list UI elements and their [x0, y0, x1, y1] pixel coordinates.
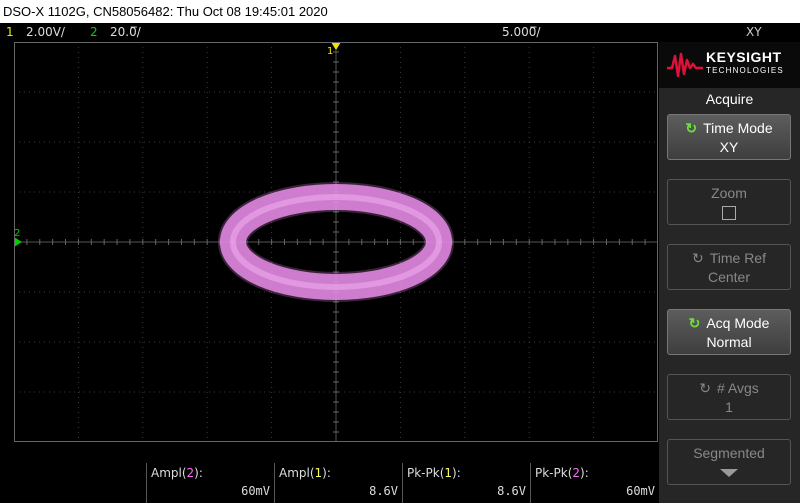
channel-2-scale[interactable]: 20.0̅/ [110, 23, 141, 42]
measurement-label: Pk-Pk(2): [535, 466, 589, 480]
menu-title: Acquire [705, 91, 754, 107]
softkey-label-row: Segmented [668, 444, 790, 462]
measurement-value: 8.6V [369, 484, 398, 498]
softkey-avgs[interactable]: ↻ # Avgs 1 [667, 374, 791, 420]
status-line: 1 2.00V/ 2 20.0̅/ 5.000̅/ XY [0, 23, 800, 42]
trigger-marker-label: 1 [327, 46, 333, 57]
measurement-label: Pk-Pk(1): [407, 466, 461, 480]
measurement-label: Ampl(1): [279, 466, 331, 480]
rotate-icon: ↻ [688, 315, 701, 331]
softkey-label-row: ↻ Time Ref [668, 249, 790, 267]
softkey-value-row: Center [668, 268, 790, 286]
softkey-value-row [668, 463, 790, 481]
softkey-value-row: XY [668, 138, 790, 156]
softkey-acq-mode[interactable]: ↻ Acq Mode Normal [667, 309, 791, 355]
measurement-channel: 1 [444, 466, 453, 480]
window-title: DSO-X 1102G, CN58056482: Thu Oct 08 19:4… [0, 0, 800, 23]
measurement-pk-pk-ch2[interactable]: Pk-Pk(2): 60mV [530, 463, 659, 503]
checkbox-icon[interactable] [722, 206, 736, 220]
measurement-label-suffix: ): [194, 466, 203, 480]
measurement-pk-pk-ch1[interactable]: Pk-Pk(1): 8.6V [402, 463, 530, 503]
softkey-segmented[interactable]: Segmented [667, 439, 791, 485]
measurement-bar: Ampl(2): 60mV Ampl(1): 8.6V Pk-Pk(1): 8.6V Pk-… [0, 463, 659, 503]
brand-name: KEYSIGHT [706, 49, 782, 65]
softkey-value: Normal [706, 334, 752, 350]
softkey-label: # Avgs [716, 380, 759, 396]
softkey-value: Center [707, 269, 751, 285]
measurement-ampl-ch2[interactable]: Ampl(2): 60mV [146, 463, 274, 503]
channel-2-number[interactable]: 2 [90, 23, 98, 42]
rotate-icon: ↻ [685, 120, 698, 136]
measurement-value: 60mV [241, 484, 270, 498]
measurement-value: 60mV [626, 484, 655, 498]
softkey-label-row: ↻ # Avgs [668, 379, 790, 397]
measurement-label-suffix: ): [452, 466, 461, 480]
rotate-icon: ↻ [691, 250, 704, 266]
measurement-label-suffix: ): [322, 466, 331, 480]
softkey-value: XY [719, 139, 739, 155]
softkey-label: Segmented [693, 445, 765, 461]
measurement-name: Ampl( [279, 466, 315, 480]
brand-subtitle: TECHNOLOGIES [706, 66, 784, 75]
rotate-icon: ↻ [699, 380, 711, 396]
softkey-label-row: ↻ Acq Mode [668, 314, 790, 332]
time-mode-label: XY [746, 25, 762, 39]
arrow-down-icon [720, 469, 738, 477]
softkey-time-ref[interactable]: ↻ Time Ref Center [667, 244, 791, 290]
softkey-value: 1 [725, 399, 733, 415]
measurement-name: Pk-Pk( [407, 466, 445, 480]
channel-1-number[interactable]: 1 [6, 23, 14, 42]
channel-1-scale[interactable]: 2.00V/ [26, 23, 65, 42]
softkey-label-row: Zoom [668, 184, 790, 202]
brand-logo: KEYSIGHT TECHNOLOGIES [659, 42, 800, 88]
softkey-label: Time Ref [709, 250, 766, 266]
softkey-label: Zoom [711, 185, 747, 201]
keysight-wave-icon [667, 52, 703, 78]
measurement-name: Ampl( [151, 466, 187, 480]
softkey-label-row: ↻ Time Mode [668, 119, 790, 137]
waveform-display: 12 [14, 42, 658, 442]
timebase-scale[interactable]: 5.000̅/ [502, 23, 540, 42]
measurement-ampl-ch1[interactable]: Ampl(1): 8.6V [274, 463, 402, 503]
softkey-time-mode[interactable]: ↻ Time Mode XY [667, 114, 791, 160]
measurement-value: 8.6V [497, 484, 526, 498]
measurement-channel: 2 [572, 466, 581, 480]
measurement-label: Ampl(2): [151, 466, 203, 480]
softkey-label: Time Mode [703, 120, 773, 136]
softkey-zoom[interactable]: Zoom [667, 179, 791, 225]
measurement-label-suffix: ): [580, 466, 589, 480]
measurement-name: Pk-Pk( [535, 466, 573, 480]
softkey-value-row [668, 203, 790, 224]
softkey-panel: KEYSIGHT TECHNOLOGIES Acquire ↻ Time Mode… [659, 42, 800, 503]
softkey-value-row: Normal [668, 333, 790, 351]
softkey-label: Acq Mode [706, 315, 770, 331]
softkey-value-row: 1 [668, 398, 790, 416]
